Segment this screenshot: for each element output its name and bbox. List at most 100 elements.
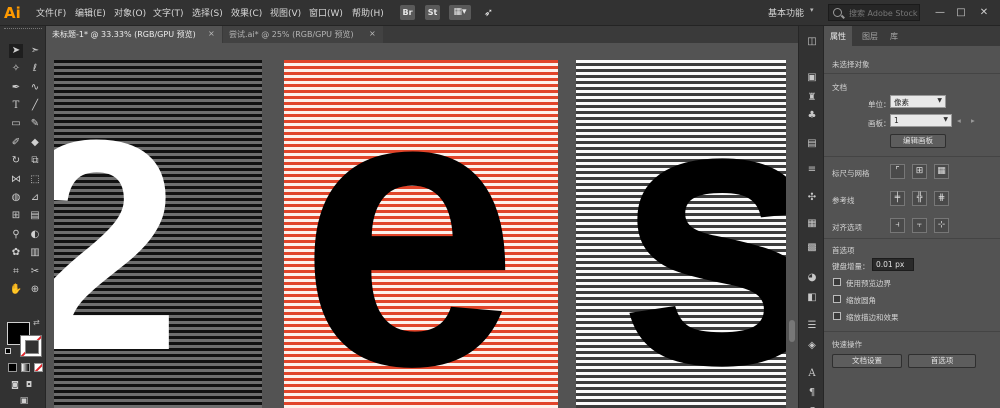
rulers-icon[interactable]: ⌜ xyxy=(890,164,905,179)
mesh-tool-icon[interactable]: ⊞ xyxy=(9,209,23,223)
close-icon[interactable]: × xyxy=(369,29,376,38)
artwork-glyph-s[interactable]: s xyxy=(616,60,786,408)
maximize-button[interactable]: □ xyxy=(955,7,967,19)
color-panel-icon[interactable]: ◫ xyxy=(805,36,819,48)
puppet-icon[interactable]: ♜ xyxy=(805,92,819,104)
pen-tool-icon[interactable]: ✒ xyxy=(9,81,23,95)
appearance-panel-icon[interactable]: ◕ xyxy=(805,272,819,284)
magic-wand-tool-icon[interactable]: ✧ xyxy=(9,62,23,76)
eraser-tool-icon[interactable]: ◆ xyxy=(28,136,42,150)
type-tool-icon[interactable]: T xyxy=(9,99,23,113)
perspective-grid-tool-icon[interactable]: ⊿ xyxy=(28,191,42,205)
snap-to-point-icon[interactable]: ⫞ xyxy=(890,218,905,233)
document-setup-button[interactable]: 文档设置 xyxy=(832,354,902,368)
scale-corners-checkbox[interactable] xyxy=(833,295,841,303)
free-transform-tool-icon[interactable]: ⬚ xyxy=(28,173,42,187)
lock-guides-icon[interactable]: ╬ xyxy=(912,191,927,206)
gpu-performance-icon[interactable]: ➶ xyxy=(481,5,496,20)
tab-untitled-1[interactable]: 未标题-1* @ 33.33% (RGB/GPU 预览) × xyxy=(46,26,222,43)
hand-tool-icon[interactable]: ✋ xyxy=(9,283,23,297)
rotate-tool-icon[interactable]: ↻ xyxy=(9,154,23,168)
artboard-select[interactable]: 1 ▼ xyxy=(890,114,952,127)
bridge-icon[interactable]: Br xyxy=(400,5,415,20)
slice-tool-icon[interactable]: ✂ xyxy=(28,265,42,279)
blend-tool-icon[interactable]: ◐ xyxy=(28,228,42,242)
transparency-panel-icon[interactable]: ▤ xyxy=(805,138,819,150)
layers-panel-icon[interactable]: ◧ xyxy=(805,292,819,304)
menu-edit[interactable]: 编辑(E) xyxy=(75,6,106,19)
selection-tool-icon[interactable]: ➤ xyxy=(9,44,23,58)
direct-selection-tool-icon[interactable]: ➣ xyxy=(28,44,42,58)
use-preview-bounds-checkbox[interactable] xyxy=(833,278,841,286)
none-mode-icon[interactable] xyxy=(34,363,43,372)
graphic-styles-icon[interactable]: ▩ xyxy=(805,242,819,254)
artboard-3[interactable]: s xyxy=(576,60,786,408)
panel-grip[interactable] xyxy=(4,28,42,32)
stock-icon[interactable]: St xyxy=(425,5,440,20)
show-guides-icon[interactable]: ╪ xyxy=(890,191,905,206)
stroke-panel-icon[interactable]: ≡ xyxy=(805,164,819,176)
menu-effect[interactable]: 效果(C) xyxy=(231,6,262,19)
line-tool-icon[interactable]: ╱ xyxy=(28,99,42,113)
artwork-glyph-e[interactable]: e xyxy=(299,60,519,408)
artboard-2[interactable]: e xyxy=(284,60,558,408)
chevron-down-icon[interactable]: ▾ xyxy=(810,6,814,14)
pathfinder-icon[interactable]: ◈ xyxy=(805,340,819,352)
next-artboard-icon[interactable]: ▸ xyxy=(971,116,975,125)
brushes-panel-icon[interactable]: ✣ xyxy=(805,192,819,204)
workspace-switcher[interactable]: 基本功能 xyxy=(768,6,804,19)
menu-window[interactable]: 窗口(W) xyxy=(309,6,343,19)
stroke-color-swatch[interactable] xyxy=(20,335,42,357)
transparency-grid-icon[interactable]: ▦ xyxy=(934,164,949,179)
symbols-panel-icon[interactable]: ♣ xyxy=(805,110,819,122)
arrange-documents-icon[interactable]: ▦▾ xyxy=(449,5,471,20)
screen-mode-icon[interactable]: ▣ xyxy=(17,394,31,408)
edit-artboards-button[interactable]: 编辑画板 xyxy=(890,134,946,148)
tab-trial-ai[interactable]: 尝试.ai* @ 25% (RGB/GPU 预览) × xyxy=(223,26,383,43)
menu-select[interactable]: 选择(S) xyxy=(192,6,223,19)
preferences-button[interactable]: 首选项 xyxy=(908,354,976,368)
vertical-scrollbar-thumb[interactable] xyxy=(789,320,795,342)
unit-select[interactable]: 像素 ▼ xyxy=(890,95,946,108)
tab-properties[interactable]: 属性 xyxy=(824,26,852,46)
paragraph-panel-icon[interactable]: ¶ xyxy=(805,387,819,399)
tab-layers[interactable]: 图层 xyxy=(856,26,884,46)
swap-fill-stroke-icon[interactable]: ⇄ xyxy=(33,318,40,327)
rectangle-tool-icon[interactable]: ▭ xyxy=(9,117,23,131)
close-icon[interactable]: × xyxy=(208,29,215,38)
menu-help[interactable]: 帮助(H) xyxy=(352,6,384,19)
grid-icon[interactable]: ⊞ xyxy=(912,164,927,179)
width-tool-icon[interactable]: ⋈ xyxy=(9,173,23,187)
color-mode-icon[interactable] xyxy=(8,363,17,372)
menu-file[interactable]: 文件(F) xyxy=(36,6,66,19)
scale-tool-icon[interactable]: ⧉ xyxy=(28,154,42,168)
artboard-1[interactable]: 2 xyxy=(54,60,262,408)
prev-artboard-icon[interactable]: ◂ xyxy=(957,116,961,125)
align-panel-icon[interactable]: ☰ xyxy=(805,320,819,332)
lasso-tool-icon[interactable]: ℓ xyxy=(28,62,42,76)
shaper-tool-icon[interactable]: ✐ xyxy=(9,136,23,150)
gradient-mode-icon[interactable] xyxy=(21,363,30,372)
canvas[interactable]: 2 e s xyxy=(46,43,798,408)
artwork-glyph-2[interactable]: 2 xyxy=(54,95,181,395)
scale-strokes-effects-checkbox[interactable] xyxy=(833,312,841,320)
draw-behind-icon[interactable]: ◘ xyxy=(22,378,36,392)
image-trace-icon[interactable]: ▣ xyxy=(805,72,819,84)
swatches-panel-icon[interactable]: ▦ xyxy=(805,218,819,230)
snap-to-pixel-icon[interactable]: ⊹ xyxy=(934,218,949,233)
draw-mode-icon[interactable]: ◙ xyxy=(8,378,22,392)
default-fill-stroke-icon[interactable] xyxy=(5,348,11,354)
zoom-tool-icon[interactable]: ⊕ xyxy=(28,283,42,297)
shape-builder-tool-icon[interactable]: ◍ xyxy=(9,191,23,205)
curvature-tool-icon[interactable]: ∿ xyxy=(28,81,42,95)
gradient-tool-icon[interactable]: ▤ xyxy=(28,209,42,223)
stock-search-input[interactable]: 搜索 Adobe Stock xyxy=(828,4,920,21)
eyedropper-tool-icon[interactable]: ⚲ xyxy=(9,228,23,242)
column-graph-tool-icon[interactable]: ▥ xyxy=(28,246,42,260)
close-button[interactable]: ✕ xyxy=(978,7,990,19)
snap-to-grid-icon[interactable]: ⫟ xyxy=(912,218,927,233)
keyboard-increment-input[interactable]: 0.01 px xyxy=(872,258,914,271)
menu-view[interactable]: 视图(V) xyxy=(270,6,301,19)
character-panel-icon[interactable]: A xyxy=(805,368,819,380)
tab-libraries[interactable]: 库 xyxy=(884,26,904,46)
